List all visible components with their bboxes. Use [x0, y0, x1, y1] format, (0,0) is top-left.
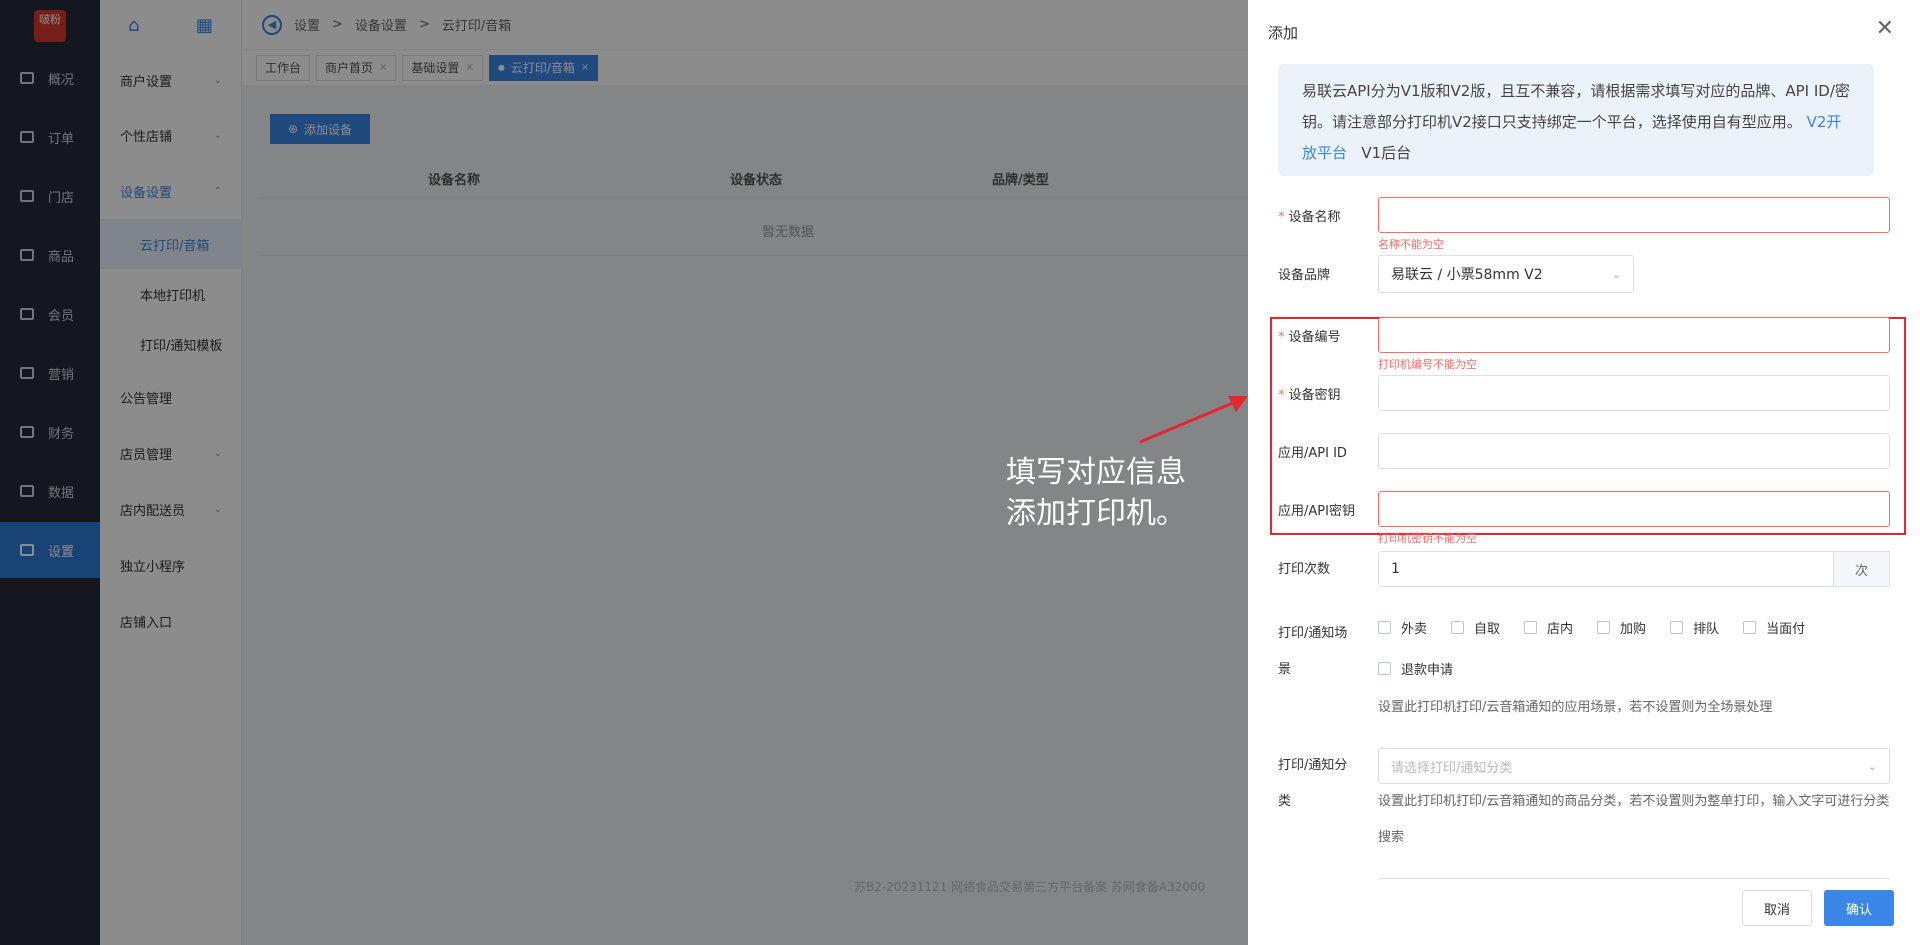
device-no-error: 打印机编号不能为空 — [1378, 358, 1477, 371]
checkbox-icon[interactable] — [1451, 621, 1465, 634]
device-name-label: * 设备名称 — [1278, 206, 1341, 225]
scene-options: 外卖 自取 店内 加购 排队 当面付 — [1378, 618, 1805, 637]
category-hint: 设置此打印机打印/云音箱通知的商品分类，若不设置则为整单打印，输入文字可进行分类… — [1378, 794, 1890, 845]
v1-backend-link[interactable]: V1后台 — [1361, 144, 1411, 162]
annotation-line: 添加打印机。 — [1006, 496, 1186, 531]
drawer-title: 添加 — [1268, 24, 1299, 42]
category-select[interactable]: 请选择打印/通知分类 ⌄ — [1378, 748, 1890, 784]
print-times-unit: 次 — [1834, 551, 1890, 587]
api-id-input[interactable] — [1378, 433, 1890, 469]
checkbox-icon[interactable] — [1670, 621, 1684, 634]
scene-checkbox-label: 当面付 — [1766, 622, 1806, 637]
device-name-input[interactable] — [1378, 197, 1890, 233]
scene-options: 退款申请 — [1378, 659, 1453, 678]
cancel-button[interactable]: 取消 — [1742, 890, 1812, 926]
scene-label-line: 景 — [1278, 662, 1292, 677]
category-label-line: 类 — [1278, 794, 1292, 809]
checkbox-icon[interactable] — [1597, 621, 1611, 634]
device-key-label: * 设备密钥 — [1278, 384, 1341, 403]
device-name-label-text: 设备名称 — [1288, 210, 1341, 225]
checkbox-icon[interactable] — [1743, 621, 1757, 634]
print-times-label: 打印次数 — [1278, 562, 1331, 577]
api-key-input[interactable] — [1378, 491, 1890, 527]
chevron-down-icon: ⌄ — [1611, 267, 1621, 281]
scene-checkbox[interactable]: 店内 — [1524, 618, 1573, 637]
scene-label: 打印/通知场 景 — [1278, 616, 1347, 688]
device-key-input[interactable] — [1378, 375, 1890, 411]
scene-checkbox-label: 外卖 — [1401, 622, 1428, 637]
annotation-line: 填写对应信息 — [1006, 455, 1186, 490]
scene-checkbox[interactable]: 当面付 — [1743, 618, 1805, 637]
checkbox-icon[interactable] — [1378, 662, 1391, 675]
device-no-label-text: 设备编号 — [1288, 330, 1341, 345]
scene-checkbox[interactable]: 退款申请 — [1378, 659, 1453, 678]
scene-label-line: 打印/通知场 — [1278, 626, 1348, 641]
add-device-drawer: 添加 ✕ 易联云API分为V1版和V2版，且互不兼容，请根据需求填写对应的品牌、… — [1248, 0, 1920, 945]
scene-checkbox-label: 排队 — [1693, 622, 1720, 637]
confirm-button[interactable]: 确认 — [1824, 890, 1894, 926]
scene-hint: 设置此打印机打印/云音箱通知的应用场景，若不设置则为全场景处理 — [1378, 700, 1773, 715]
annotation-text: 填写对应信息 添加打印机。 — [1006, 452, 1186, 534]
device-brand-select[interactable]: 易联云 / 小票58mm V2 ⌄ — [1378, 255, 1634, 293]
category-placeholder: 请选择打印/通知分类 — [1391, 760, 1513, 776]
device-brand-value: 易联云 / 小票58mm V2 — [1391, 267, 1543, 283]
scene-checkbox-label: 加购 — [1620, 622, 1647, 637]
device-name-error: 名称不能为空 — [1378, 238, 1444, 251]
category-label-line: 打印/通知分 — [1278, 758, 1348, 773]
scene-checkbox[interactable]: 自取 — [1451, 618, 1500, 637]
scene-checkbox[interactable]: 加购 — [1597, 618, 1646, 637]
drawer-footer — [1248, 880, 1920, 945]
api-notice: 易联云API分为V1版和V2版，且互不兼容，请根据需求填写对应的品牌、API I… — [1278, 64, 1874, 176]
checkbox-icon[interactable] — [1524, 621, 1538, 634]
device-brand-label: 设备品牌 — [1278, 268, 1331, 283]
chevron-down-icon: ⌄ — [1867, 759, 1877, 773]
scene-checkbox[interactable]: 外卖 — [1378, 618, 1427, 637]
scene-checkbox-label: 退款申请 — [1401, 663, 1454, 678]
required-mark: * — [1278, 388, 1285, 403]
category-label: 打印/通知分 类 — [1278, 748, 1347, 820]
close-icon[interactable]: ✕ — [1876, 16, 1894, 41]
required-mark: * — [1278, 210, 1285, 225]
device-key-label-text: 设备密钥 — [1288, 388, 1341, 403]
device-no-label: * 设备编号 — [1278, 326, 1341, 345]
api-key-error: 打印机密钥不能为空 — [1378, 532, 1477, 545]
notice-text: 易联云API分为V1版和V2版，且互不兼容，请根据需求填写对应的品牌、API I… — [1302, 82, 1850, 131]
scene-checkbox-label: 自取 — [1474, 622, 1501, 637]
api-id-label: 应用/API ID — [1278, 446, 1347, 461]
scene-checkbox[interactable]: 排队 — [1670, 618, 1719, 637]
annotation-arrow — [1139, 396, 1248, 444]
api-key-label: 应用/API密钥 — [1278, 504, 1355, 519]
checkbox-icon[interactable] — [1378, 621, 1391, 634]
device-no-input[interactable] — [1378, 317, 1890, 353]
scene-checkbox-label: 店内 — [1547, 622, 1574, 637]
required-mark: * — [1278, 330, 1285, 345]
print-times-input[interactable]: 1 — [1378, 551, 1834, 587]
